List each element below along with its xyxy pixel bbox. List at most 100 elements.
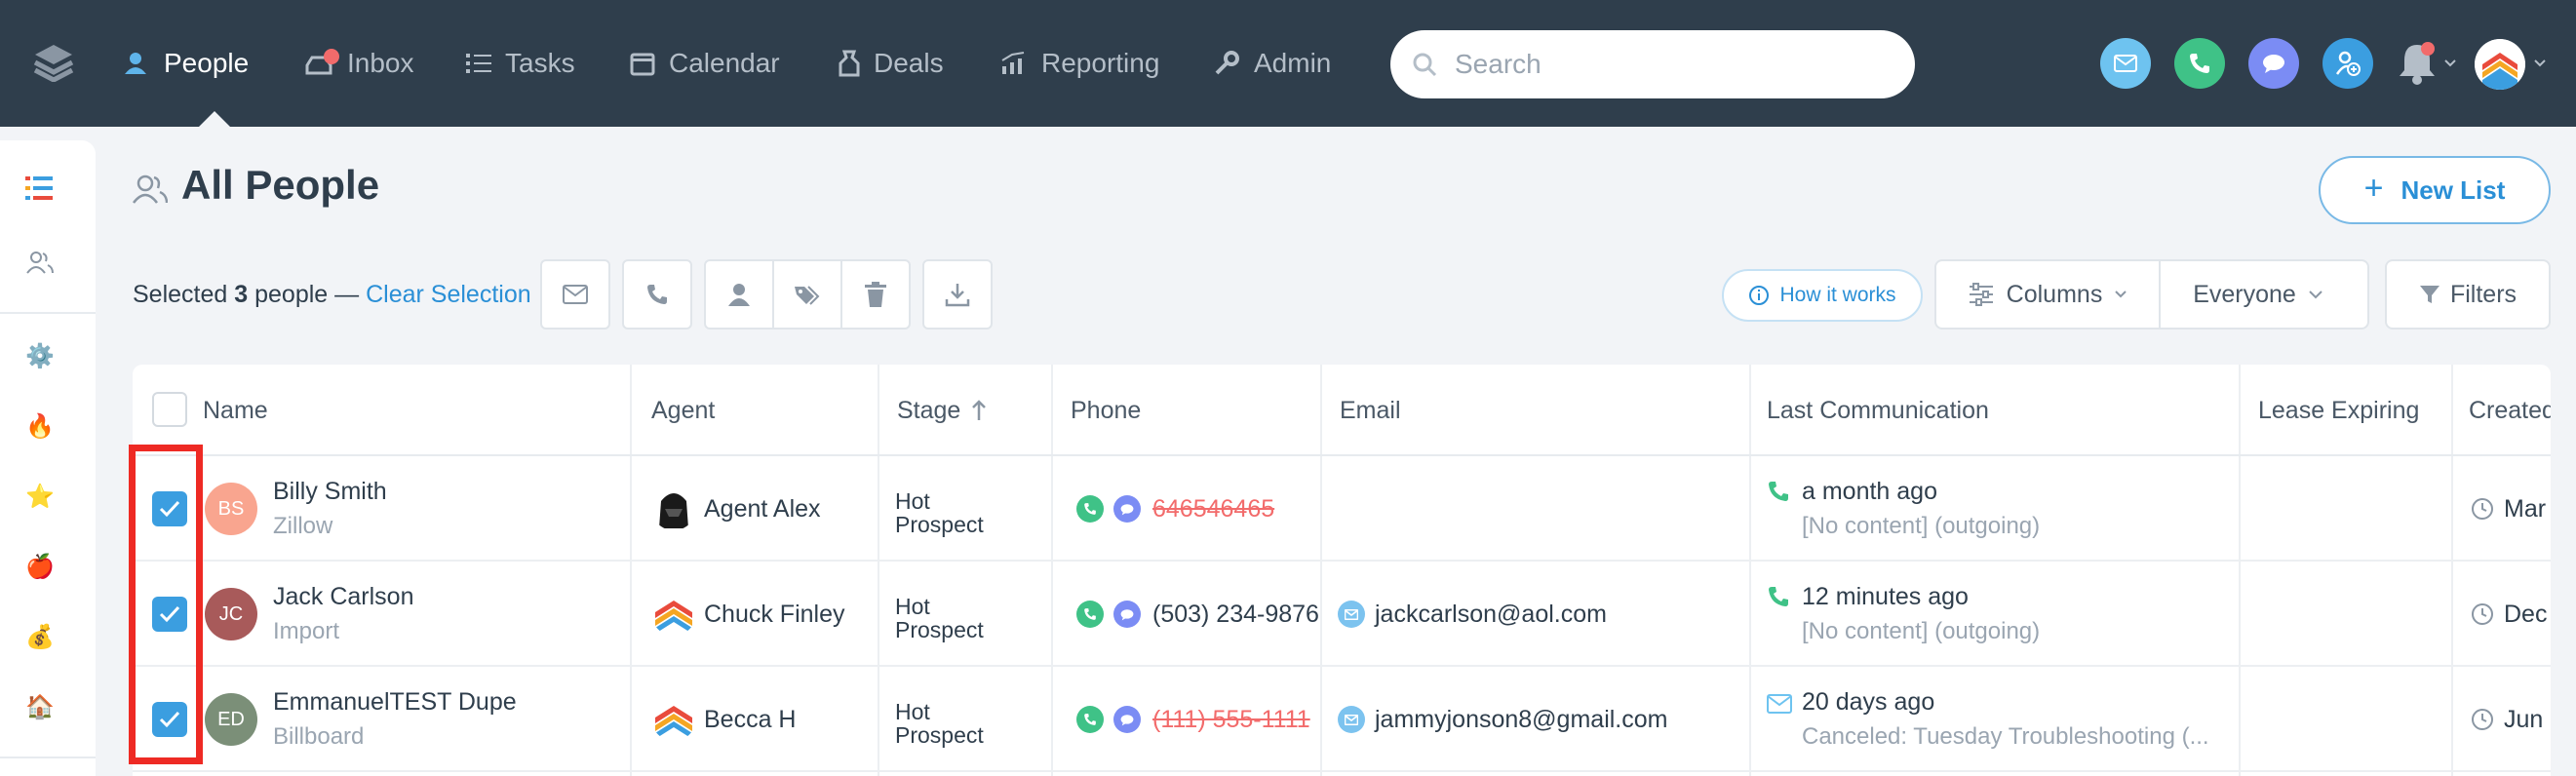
- chevron-down-icon[interactable]: [2443, 58, 2457, 68]
- new-list-button[interactable]: + New List: [2319, 156, 2551, 224]
- search-box[interactable]: [1390, 30, 1915, 98]
- column-header-agent[interactable]: Agent: [651, 365, 715, 456]
- bulk-call-button[interactable]: [622, 259, 692, 330]
- phone-icon: [1769, 587, 1788, 606]
- brand-logo-icon: [651, 696, 696, 741]
- table-row[interactable]: ED EmmanuelTEST Dupe Billboard Becca H H…: [133, 667, 2551, 772]
- columns-label: Columns: [2006, 280, 2103, 308]
- bulk-tag-button[interactable]: [772, 259, 842, 330]
- how-it-works-label: How it works: [1779, 284, 1896, 306]
- nav-item-inbox[interactable]: Inbox: [304, 0, 414, 127]
- call-icon[interactable]: [1076, 601, 1104, 628]
- search-icon: [1413, 53, 1437, 77]
- email-icon[interactable]: [1338, 601, 1365, 628]
- quick-call-button[interactable]: [2174, 38, 2225, 89]
- avatar[interactable]: ED: [205, 693, 257, 746]
- phone-number[interactable]: 646546465: [1152, 495, 1274, 524]
- house-icon[interactable]: 🏠: [25, 692, 55, 721]
- column-header-created[interactable]: Created: [2469, 365, 2551, 456]
- stage-line: Prospect: [895, 617, 984, 642]
- person-source: Import: [273, 618, 340, 644]
- phone-number[interactable]: (111) 555-1111: [1152, 706, 1310, 734]
- app-logo-icon[interactable]: [33, 43, 74, 82]
- admin-icon: [1215, 51, 1239, 75]
- column-header-lease-expiring[interactable]: Lease Expiring: [2258, 365, 2419, 456]
- bulk-assign-button[interactable]: [704, 259, 774, 330]
- fire-icon[interactable]: 🔥: [25, 411, 55, 441]
- clock-icon: [2472, 709, 2493, 730]
- nav-label-deals: Deals: [874, 48, 944, 78]
- people-icon: [133, 175, 168, 204]
- clear-selection-link[interactable]: Clear Selection: [366, 281, 531, 308]
- stage-line: Hot: [895, 488, 930, 514]
- bulk-delete-button[interactable]: [840, 259, 911, 330]
- avatar[interactable]: BS: [205, 483, 257, 535]
- person-name[interactable]: EmmanuelTEST Dupe: [273, 688, 517, 717]
- selected-suffix: people —: [254, 281, 360, 308]
- table-row[interactable]: BS Billy Smith Zillow Agent Alex Hot Pro…: [133, 456, 2551, 562]
- created-date: Jun: [2504, 706, 2544, 733]
- last-communication-note: Canceled: Tuesday Troubleshooting (...: [1802, 723, 2209, 750]
- call-icon[interactable]: [1076, 495, 1104, 523]
- list-icon[interactable]: [25, 174, 55, 203]
- text-message-icon[interactable]: [1113, 706, 1141, 733]
- person-name[interactable]: Jack Carlson: [273, 583, 414, 611]
- email-address[interactable]: jammyjonson8@gmail.com: [1375, 706, 1667, 734]
- column-header-email[interactable]: Email: [1340, 365, 1401, 456]
- created-date: Dec: [2504, 601, 2548, 628]
- people-icon[interactable]: [25, 248, 55, 277]
- quick-chat-button[interactable]: [2248, 38, 2299, 89]
- selection-highlight-box: [129, 445, 203, 764]
- phone-number[interactable]: (503) 234-9876: [1152, 601, 1319, 629]
- table-row[interactable]: JC Jack Carlson Import Chuck Finley Hot …: [133, 562, 2551, 667]
- notifications-bell-icon[interactable]: [2395, 41, 2439, 86]
- top-navigation-bar: People Inbox Tasks Calendar Deals Report…: [0, 0, 2576, 127]
- nav-item-reporting[interactable]: Reporting: [1000, 0, 1159, 127]
- inbox-notification-dot: [324, 49, 339, 64]
- nav-item-admin[interactable]: Admin: [1213, 0, 1331, 127]
- columns-dropdown[interactable]: Columns: [1934, 259, 2161, 330]
- nav-item-people[interactable]: People: [121, 0, 249, 127]
- bulk-email-button[interactable]: [540, 259, 610, 330]
- download-icon: [945, 284, 970, 307]
- nav-label-calendar: Calendar: [669, 48, 780, 78]
- quick-add-person-button[interactable]: [2322, 38, 2373, 89]
- selected-prefix: Selected: [133, 281, 228, 308]
- email-icon: [563, 285, 588, 304]
- agent-avatar: [651, 696, 696, 741]
- how-it-works-button[interactable]: How it works: [1722, 269, 1923, 322]
- column-header-stage[interactable]: Stage: [897, 365, 988, 456]
- star-icon[interactable]: ⭐: [25, 482, 55, 511]
- nav-item-tasks[interactable]: Tasks: [466, 0, 575, 127]
- avatar[interactable]: JC: [205, 588, 257, 640]
- email-address[interactable]: jackcarlson@aol.com: [1375, 601, 1607, 629]
- person-name[interactable]: Billy Smith: [273, 478, 387, 506]
- info-icon: [1749, 286, 1770, 305]
- column-header-name[interactable]: Name: [203, 365, 268, 456]
- person-source: Zillow: [273, 513, 333, 539]
- everyone-dropdown[interactable]: Everyone: [2159, 259, 2369, 330]
- money-bag-icon[interactable]: 💰: [25, 622, 55, 651]
- quick-email-button[interactable]: [2100, 38, 2151, 89]
- chevron-down-icon[interactable]: [2533, 58, 2547, 68]
- search-input[interactable]: [1455, 49, 1884, 80]
- clock-icon: [2472, 498, 2493, 520]
- person-source: Billboard: [273, 723, 365, 750]
- nav-item-deals[interactable]: Deals: [839, 0, 944, 127]
- column-header-last-communication[interactable]: Last Communication: [1767, 365, 1989, 456]
- call-icon[interactable]: [1076, 706, 1104, 733]
- filters-button[interactable]: Filters: [2385, 259, 2551, 330]
- nav-item-calendar[interactable]: Calendar: [630, 0, 780, 127]
- export-button[interactable]: [922, 259, 993, 330]
- left-sidebar: ⚙️ 🔥 ⭐ 🍎 💰 🏠: [0, 140, 96, 776]
- email-icon[interactable]: [1338, 706, 1365, 733]
- nav-label-admin: Admin: [1254, 48, 1332, 78]
- select-all-checkbox[interactable]: [152, 392, 187, 427]
- gear-icon[interactable]: ⚙️: [25, 341, 55, 370]
- text-message-icon[interactable]: [1113, 495, 1141, 523]
- column-header-phone[interactable]: Phone: [1071, 365, 1141, 456]
- text-message-icon[interactable]: [1113, 601, 1141, 628]
- filter-icon: [2419, 286, 2439, 303]
- apple-icon[interactable]: 🍎: [25, 552, 55, 581]
- user-avatar[interactable]: [2475, 39, 2525, 90]
